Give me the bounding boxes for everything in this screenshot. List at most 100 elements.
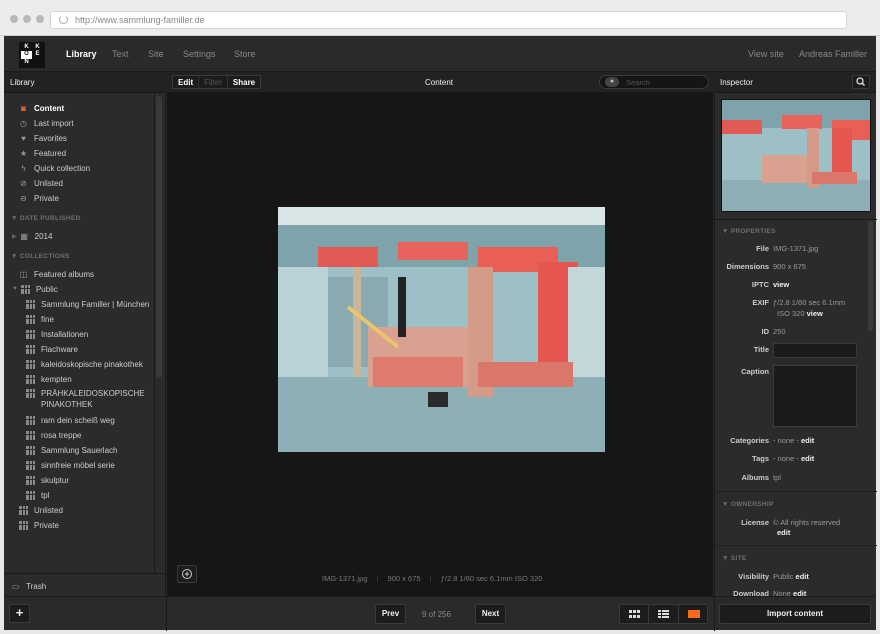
private-folder[interactable]: Private: [19, 519, 59, 531]
album-item[interactable]: sinnfreie möbel serie: [26, 459, 115, 471]
album-grid-icon: [26, 329, 35, 339]
koken-logo[interactable]: KK OE N: [19, 42, 45, 68]
folder-grid-icon: [19, 520, 28, 530]
thumbnail-image: [722, 100, 870, 211]
date-item-2014[interactable]: ▶ ▦ 2014: [12, 230, 52, 242]
user-menu[interactable]: Andreas Familler: [799, 49, 867, 59]
categories-edit-link[interactable]: edit: [801, 436, 814, 445]
album-item[interactable]: kempten: [26, 373, 72, 385]
list-view-button[interactable]: [649, 605, 679, 623]
tag-icon: ●: [605, 77, 619, 87]
library-item-featured[interactable]: ★ Featured: [19, 147, 66, 159]
properties-section[interactable]: ▼ PROPERTIES: [722, 228, 776, 235]
library-sidebar: ◙ Content ◷ Last import ♥ Favorites ★ Featur…: [4, 93, 166, 573]
library-item-last-import[interactable]: ◷ Last import: [19, 117, 74, 129]
library-item-content[interactable]: ◙ Content: [19, 102, 64, 114]
photo-dimensions: 900 x 675: [387, 574, 421, 583]
album-icon: ◫: [19, 269, 28, 279]
album-item[interactable]: fine: [26, 313, 54, 325]
content-title: Content: [425, 78, 454, 87]
heart-icon: ♥: [21, 133, 26, 143]
nav-store[interactable]: Store: [234, 49, 256, 59]
content-header: Edit Filter Share Content ● Search: [167, 72, 713, 93]
public-folder[interactable]: ▼ Public: [12, 283, 58, 295]
address-bar[interactable]: http://www.sammlung-familler.de: [50, 11, 847, 29]
caption-field[interactable]: [773, 365, 857, 427]
inspector-panel: ▼ PROPERTIES File IMG-1371.jpg Dimensions…: [714, 93, 877, 598]
album-item[interactable]: skulptur: [26, 474, 69, 486]
library-item-unlisted[interactable]: ⊘ Unlisted: [19, 177, 63, 189]
date-published-section[interactable]: ▼ DATE PUBLISHED: [11, 215, 81, 222]
collections-section[interactable]: ▼ COLLECTIONS: [11, 253, 70, 260]
nav-settings[interactable]: Settings: [183, 49, 216, 59]
album-grid-icon: [26, 445, 35, 455]
library-item-private[interactable]: ⊖ Private: [19, 192, 59, 204]
album-item[interactable]: PRÄHKALEIDOSKOPISCHE PINAKOTHEK: [26, 388, 149, 412]
tags-edit-link[interactable]: edit: [801, 454, 814, 463]
visibility-edit-link[interactable]: edit: [796, 572, 809, 581]
album-grid-icon: [26, 344, 35, 354]
inspector-header: Inspector: [714, 72, 876, 93]
inspector-scrollbar[interactable]: [868, 221, 873, 331]
eye-slash-icon: ⊘: [20, 178, 27, 188]
tab-filter[interactable]: Filter: [198, 76, 228, 88]
album-grid-icon: [26, 374, 35, 384]
view-mode-toggle: [619, 604, 708, 624]
single-image-icon: [687, 610, 700, 618]
title-field[interactable]: [773, 343, 857, 358]
album-item[interactable]: Flachware: [26, 343, 78, 355]
add-button[interactable]: +: [9, 604, 30, 623]
zoom-button[interactable]: [177, 565, 197, 583]
tab-edit[interactable]: Edit: [173, 76, 198, 88]
nav-text[interactable]: Text: [112, 49, 129, 59]
album-item[interactable]: ram dein scheiß weg: [26, 414, 115, 426]
photo-info: IMG-1371.jpg | 900 x 675 | ƒ/2.8 1/60 se…: [322, 574, 543, 583]
nav-site[interactable]: Site: [148, 49, 164, 59]
exif-view-link[interactable]: view: [807, 309, 823, 318]
view-site-link[interactable]: View site: [748, 49, 784, 59]
album-grid-icon: [26, 389, 35, 398]
trash-bar[interactable]: ▭ Trash: [4, 573, 166, 596]
album-grid-icon: [26, 415, 35, 425]
import-content-button[interactable]: Import content: [719, 604, 871, 624]
single-view-button[interactable]: [679, 605, 707, 623]
grid-icon: [629, 610, 640, 618]
installation-photo: [278, 207, 605, 452]
photo-exif: ƒ/2.8 1/60 sec 6.1mm ISO 320: [440, 574, 543, 583]
album-item[interactable]: rosa treppe: [26, 429, 81, 441]
sidebar-scrollbar[interactable]: [156, 96, 162, 378]
album-item[interactable]: Installationen: [26, 328, 88, 340]
album-grid-icon: [26, 430, 35, 440]
featured-albums[interactable]: ◫ Featured albums: [19, 268, 94, 280]
koken-app: KK OE N Library Text Site Settings Store…: [4, 36, 877, 631]
photo-preview[interactable]: [278, 207, 605, 452]
album-item[interactable]: tpl: [26, 489, 49, 501]
prev-button[interactable]: Prev: [375, 604, 406, 624]
search-box[interactable]: ● Search: [599, 75, 709, 89]
album-grid-icon: [26, 314, 35, 324]
pager-position: 9 of 256: [422, 610, 451, 619]
folder-grid-icon: [20, 284, 30, 294]
reload-icon[interactable]: [59, 15, 68, 24]
trash-item[interactable]: ▭ Trash: [11, 580, 46, 592]
iptc-view-link[interactable]: view: [773, 280, 789, 289]
next-button[interactable]: Next: [475, 604, 506, 624]
inspector-search-button[interactable]: [852, 75, 870, 89]
site-section[interactable]: ▼ SITE: [722, 555, 747, 562]
list-icon: [658, 610, 670, 618]
unlisted-folder[interactable]: Unlisted: [19, 504, 63, 516]
photo-filename: IMG-1371.jpg: [322, 574, 368, 583]
inspector-thumbnail[interactable]: [721, 99, 871, 212]
nav-library[interactable]: Library: [66, 49, 97, 59]
license-edit-link[interactable]: edit: [777, 528, 790, 537]
library-item-favorites[interactable]: ♥ Favorites: [19, 132, 67, 144]
window-controls[interactable]: [10, 15, 44, 23]
grid-view-button[interactable]: [620, 605, 650, 623]
album-item[interactable]: Sammlung Familler | München: [26, 298, 149, 310]
tab-share[interactable]: Share: [228, 76, 260, 88]
bolt-icon: ϟ: [21, 163, 26, 173]
library-item-quick-collection[interactable]: ϟ Quick collection: [19, 162, 90, 174]
album-item[interactable]: kaleidoskopische pinakothek: [26, 358, 143, 370]
ownership-section[interactable]: ▼ OWNERSHIP: [722, 501, 774, 508]
album-item[interactable]: Sammlung Sauerlach: [26, 444, 117, 456]
